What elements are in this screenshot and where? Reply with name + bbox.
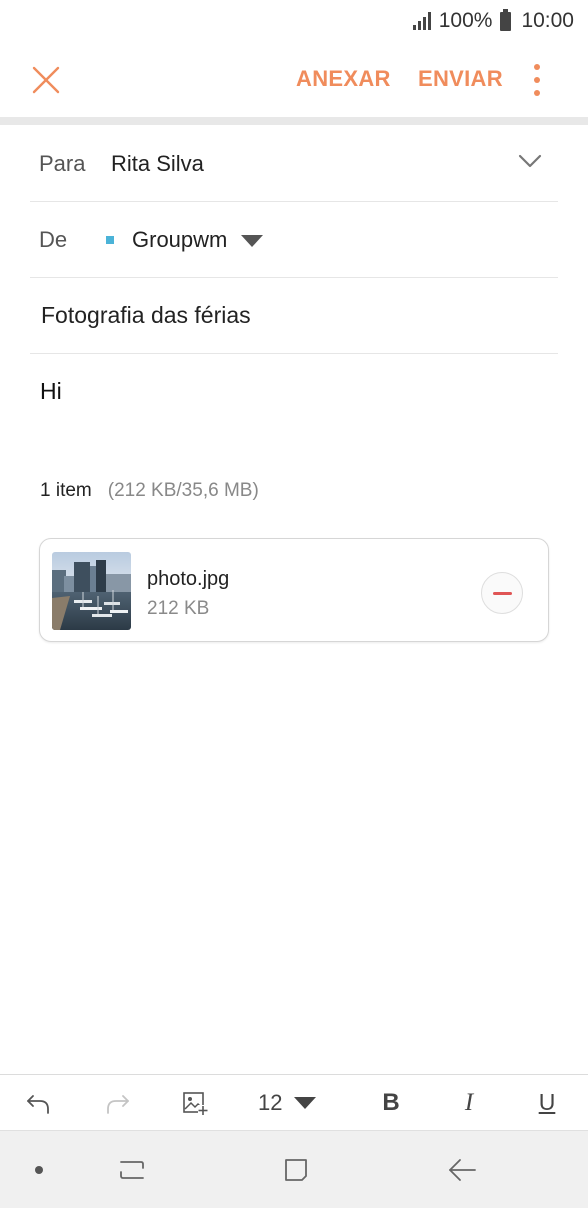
to-label: Para bbox=[39, 150, 86, 176]
dropdown-arrow-icon[interactable] bbox=[241, 234, 264, 247]
italic-button[interactable]: I bbox=[454, 1075, 484, 1130]
back-button[interactable] bbox=[444, 1131, 480, 1208]
battery-percentage: 100% bbox=[438, 9, 493, 32]
insert-image-button[interactable] bbox=[178, 1075, 212, 1130]
subject-text[interactable]: Fotografia das férias bbox=[30, 302, 251, 329]
app-bar: ANEXAR ENVIAR bbox=[0, 42, 588, 118]
attachment-file-name: photo.jpg bbox=[147, 568, 230, 590]
home-icon bbox=[285, 1159, 307, 1181]
underline-button[interactable]: U bbox=[532, 1075, 562, 1130]
attach-button[interactable]: ANEXAR bbox=[296, 66, 391, 92]
undo-icon bbox=[27, 1094, 49, 1114]
close-icon bbox=[32, 66, 60, 94]
clock: 10:00 bbox=[521, 9, 574, 32]
subject-field[interactable]: Fotografia das férias bbox=[30, 278, 558, 354]
minus-icon bbox=[492, 591, 512, 595]
redo-button[interactable] bbox=[100, 1075, 134, 1130]
redo-icon bbox=[107, 1094, 129, 1114]
recents-button[interactable] bbox=[114, 1131, 150, 1208]
nav-dot-button[interactable] bbox=[28, 1131, 50, 1208]
from-account[interactable]: Groupwm bbox=[132, 227, 227, 253]
close-button[interactable] bbox=[30, 64, 62, 96]
compose-email-screen: 100% 10:00 ANEXAR ENVIAR Para Rita Silva… bbox=[0, 0, 588, 1208]
font-size-select[interactable]: 12 bbox=[258, 1075, 332, 1130]
system-nav-bar bbox=[0, 1130, 588, 1208]
attachment-count: 1 item bbox=[40, 480, 92, 501]
signal-icon bbox=[412, 12, 431, 30]
home-button[interactable] bbox=[278, 1131, 314, 1208]
insert-image-icon bbox=[183, 1091, 208, 1115]
undo-button[interactable] bbox=[22, 1075, 56, 1130]
nav-dot-icon bbox=[35, 1166, 43, 1174]
photo-thumbnail[interactable] bbox=[52, 552, 131, 630]
from-field[interactable]: De Groupwm bbox=[30, 202, 558, 278]
dropdown-arrow-icon bbox=[294, 1096, 317, 1109]
more-options-button[interactable] bbox=[526, 64, 548, 96]
bold-button[interactable]: B bbox=[376, 1075, 406, 1130]
back-icon bbox=[449, 1159, 476, 1181]
format-toolbar: 12 B I U bbox=[0, 1074, 588, 1129]
email-body[interactable]: Hi bbox=[40, 378, 62, 405]
attachment-card[interactable]: photo.jpg 212 KB bbox=[39, 538, 549, 642]
status-bar: 100% 10:00 bbox=[0, 0, 588, 42]
to-field[interactable]: Para Rita Silva bbox=[30, 126, 558, 202]
account-color-marker bbox=[106, 235, 114, 244]
from-label: De bbox=[39, 226, 68, 252]
attachment-file-size: 212 KB bbox=[147, 598, 210, 619]
font-size-value: 12 bbox=[258, 1089, 283, 1115]
app-bar-divider bbox=[0, 117, 588, 125]
attachment-summary: 1 item (212 KB/35,6 MB) bbox=[40, 480, 259, 502]
remove-attachment-button[interactable] bbox=[481, 572, 523, 614]
attachment-size-limit: (212 KB/35,6 MB) bbox=[107, 480, 259, 501]
battery-icon bbox=[500, 8, 512, 31]
recents-icon bbox=[120, 1161, 144, 1179]
send-button[interactable]: ENVIAR bbox=[418, 66, 503, 92]
to-recipient[interactable]: Rita Silva bbox=[111, 151, 204, 177]
chevron-down-icon[interactable] bbox=[518, 153, 542, 169]
